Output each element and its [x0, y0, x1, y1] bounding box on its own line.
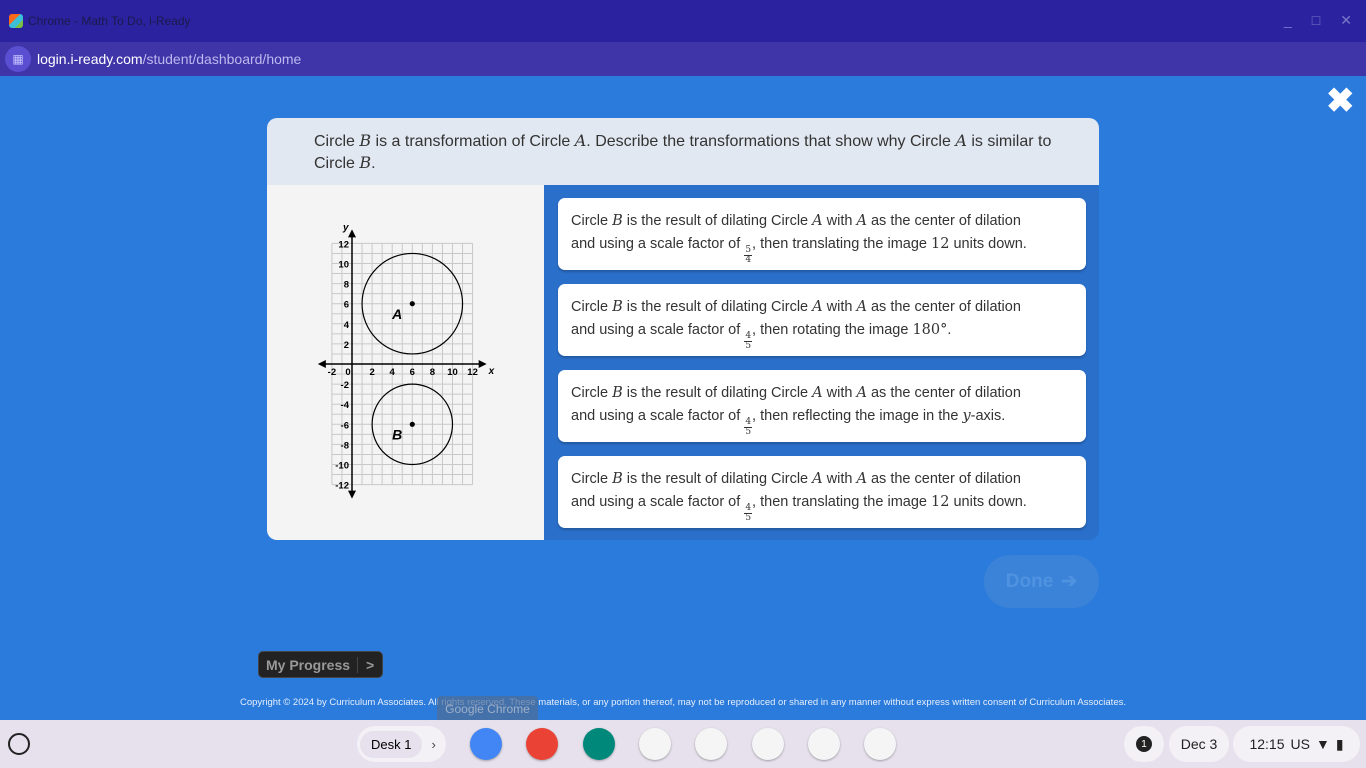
done-button[interactable]: Done ➔ — [984, 555, 1099, 608]
y-axis-label: y — [342, 222, 349, 233]
close-icon[interactable]: ✖ — [1326, 84, 1355, 118]
center-point-A — [409, 301, 415, 307]
y-tick-label: -4 — [341, 400, 350, 411]
copyright: Copyright © 2024 by Curriculum Associate… — [240, 697, 1126, 708]
question-prompt: Circle B is a transformation of Circle A… — [267, 118, 1099, 185]
x-tick-label: 10 — [447, 367, 458, 378]
answer-option[interactable]: Circle B is the result of dilating Circl… — [558, 198, 1086, 270]
docs-app-icon[interactable] — [751, 728, 784, 760]
chevron-right-icon: › — [431, 736, 436, 752]
circle-label-B: B — [392, 426, 402, 442]
y-axis-arrow-down — [348, 490, 356, 499]
y-tick-label: 12 — [338, 239, 349, 250]
x-tick-label: -2 — [328, 367, 336, 378]
close-window-button[interactable]: ✕ — [1340, 12, 1352, 29]
y-tick-label: 4 — [344, 320, 350, 331]
wifi-icon: ▼ — [1315, 736, 1330, 752]
minimize-button[interactable]: _ — [1284, 12, 1292, 29]
iready-logo-icon — [9, 14, 23, 28]
my-progress-button[interactable]: My Progress > — [258, 651, 384, 678]
question-panel: Circle B is a transformation of Circle A… — [267, 118, 1099, 540]
y-tick-label: 2 — [344, 340, 349, 351]
classroom-app-icon[interactable] — [638, 728, 671, 760]
answer-option[interactable]: Circle B is the result of dilating Circl… — [558, 456, 1086, 528]
y-tick-label: -12 — [335, 481, 349, 492]
battery-icon: ▮ — [1335, 735, 1344, 752]
arrow-right-icon: ➔ — [1061, 571, 1078, 592]
scale-factor-fraction: 45 — [744, 503, 753, 523]
scale-factor-fraction: 45 — [744, 331, 753, 351]
youtube-app-icon[interactable] — [807, 728, 840, 760]
coordinate-graph: x y -2 0 2 4 6 8 10 12 12 10 8 6 4 2 -2 -4 -6 -8 -10 -12 A B — [317, 222, 495, 499]
center-point-B — [409, 421, 415, 427]
x-tick-label: 8 — [430, 367, 435, 378]
circle-label-A: A — [391, 306, 402, 322]
y-tick-label: -10 — [335, 461, 349, 472]
x-tick-label: 6 — [410, 367, 415, 378]
x-axis-arrow-right — [478, 360, 487, 368]
desk-switcher[interactable]: Desk 1 › — [357, 726, 446, 762]
y-tick-label: -2 — [341, 380, 349, 391]
answer-option[interactable]: Circle B is the result of dilating Circl… — [558, 284, 1086, 356]
y-tick-label: 6 — [344, 300, 349, 311]
answer-options: Circle B is the result of dilating Circl… — [558, 198, 1086, 540]
y-tick-label: -6 — [341, 420, 349, 431]
launcher-button[interactable] — [8, 733, 30, 755]
status-area[interactable]: 12:15 US ▼ ▮ — [1233, 726, 1360, 762]
y-tick-label: 10 — [338, 260, 349, 271]
x-tick-label: 0 — [345, 367, 350, 378]
site-info-icon[interactable]: ▦ — [5, 46, 31, 72]
answer-option[interactable]: Circle B is the result of dilating Circl… — [558, 370, 1086, 442]
notification-badge[interactable]: 1 — [1124, 726, 1164, 762]
url-host: login.i-ready.com — [37, 51, 143, 67]
tooltip: Google Chrome — [437, 696, 538, 723]
play-store-app-icon[interactable] — [864, 728, 897, 760]
address-bar[interactable]: ▦ login.i-ready.com/student/dashboard/ho… — [0, 42, 1366, 76]
url-path: /student/dashboard/home — [142, 51, 302, 67]
x-tick-label: 4 — [390, 367, 396, 378]
graph-pane: x y -2 0 2 4 6 8 10 12 12 10 8 6 4 2 -2 -4 -6 -8 -10 -12 A B — [267, 185, 544, 540]
gmail-app-icon[interactable] — [695, 728, 728, 760]
x-axis-arrow-left — [317, 360, 326, 368]
y-tick-label: -8 — [341, 440, 349, 451]
window-titlebar: Chrome - Math To Do, i-Ready _ □ ✕ — [0, 0, 1366, 42]
maximize-button[interactable]: □ — [1312, 12, 1320, 29]
chrome-app-icon[interactable] — [470, 728, 502, 760]
date-button[interactable]: Dec 3 — [1169, 726, 1229, 762]
scale-factor-fraction: 54 — [744, 245, 753, 265]
scale-factor-fraction: 45 — [744, 417, 753, 437]
canvas-app-icon[interactable] — [526, 728, 559, 760]
x-axis-label: x — [488, 366, 495, 377]
window-title: Chrome - Math To Do, i-Ready — [28, 14, 191, 28]
y-axis-arrow-up — [348, 229, 356, 238]
shelf: Desk 1 › 1 Dec 3 12:15 US ▼ ▮ — [0, 720, 1366, 768]
x-tick-label: 12 — [467, 367, 478, 378]
x-tick-label: 2 — [369, 367, 374, 378]
y-tick-label: 8 — [344, 280, 349, 291]
chevron-right-icon: > — [357, 656, 382, 673]
screencast-app-icon[interactable] — [582, 728, 615, 760]
